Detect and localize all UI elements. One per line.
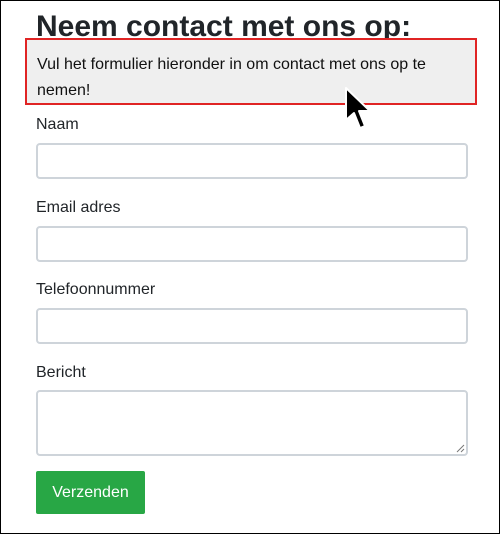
mouse-pointer-icon (345, 87, 371, 129)
name-label: Naam (36, 116, 79, 133)
message-label: Bericht (36, 364, 86, 381)
name-input[interactable] (36, 143, 468, 179)
contact-form-window: Neem contact met ons op: Vul het formuli… (0, 0, 500, 534)
email-label: Email adres (36, 199, 121, 216)
info-tooltip: Vul het formulier hieronder in om contac… (25, 38, 477, 105)
phone-input[interactable] (36, 308, 468, 344)
phone-label: Telefoonnummer (36, 281, 156, 298)
message-textarea[interactable] (36, 390, 468, 456)
email-input[interactable] (36, 226, 468, 262)
resize-grip-icon[interactable] (456, 444, 465, 453)
submit-button[interactable]: Verzenden (36, 471, 145, 514)
